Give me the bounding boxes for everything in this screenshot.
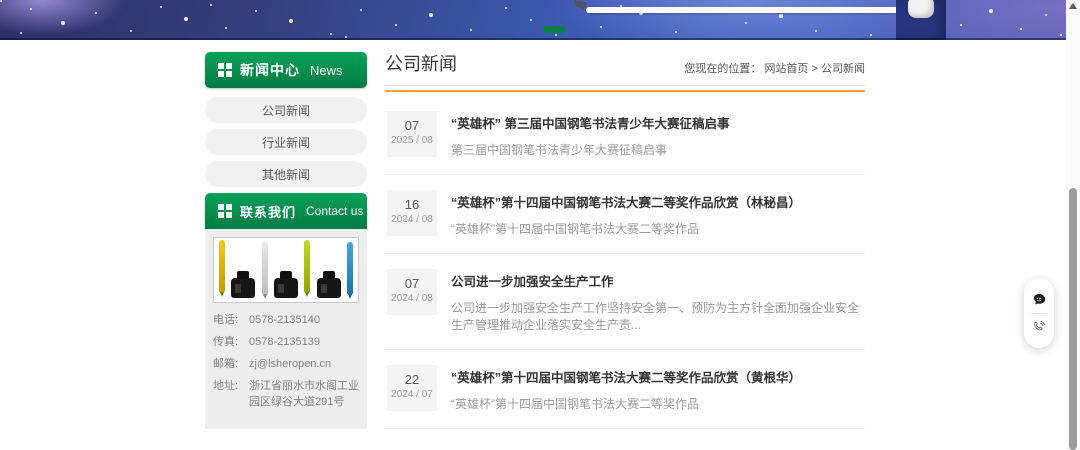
chat-icon[interactable] xyxy=(1031,292,1047,308)
sidebar-menu-item[interactable]: 行业新闻 xyxy=(205,129,367,155)
main-content: 公司新闻 您现在的位置： 网站首页 > 公司新闻 07 2025 / 08 “英… xyxy=(385,50,865,450)
ink-bottle-cap xyxy=(908,0,934,18)
contact-row-label: 电话: xyxy=(213,313,249,329)
contact-title-zh: 联系我们 xyxy=(240,202,296,221)
yellow-pen-graphic xyxy=(219,240,225,292)
news-date-day: 07 xyxy=(387,118,437,133)
contact-row-value: zj@lsheropen.cn xyxy=(249,357,359,373)
banner-green-pill xyxy=(543,26,565,33)
scroll-up-arrow-icon[interactable] xyxy=(1069,3,1077,9)
news-title-link[interactable]: 公司进一步加强安全生产工作 xyxy=(451,271,863,290)
silver-pen-graphic xyxy=(262,242,268,294)
news-list: 07 2025 / 08 “英雄杯” 第三届中国钢笔书法青少年大赛征稿启事 第三… xyxy=(385,96,865,429)
news-summary: 第三届中国钢笔书法青少年大赛征稿启事 xyxy=(451,141,863,158)
contact-title-en: Contact us xyxy=(306,204,363,218)
news-center-header: 新闻中心 News xyxy=(205,52,367,88)
news-center-title-zh: 新闻中心 xyxy=(240,60,300,80)
floating-contact-widget xyxy=(1024,278,1054,348)
top-banner xyxy=(0,0,1066,40)
news-date-block: 07 2025 / 08 xyxy=(387,111,437,157)
grid-icon xyxy=(218,204,232,218)
news-title-link[interactable]: “英雄杯”第十四届中国钢笔书法大赛二等奖作品欣赏（林秘昌） xyxy=(451,192,863,211)
ink-bottle-graphic xyxy=(317,278,341,298)
contact-row-value: 浙江省丽水市水阁工业园区绿谷大道291号 xyxy=(249,379,359,411)
news-item[interactable]: 16 2024 / 08 “英雄杯”第十四届中国钢笔书法大赛二等奖作品欣赏（林秘… xyxy=(385,175,865,254)
breadcrumb: 您现在的位置： 网站首页 > 公司新闻 xyxy=(684,60,865,76)
blue-pen-graphic xyxy=(347,242,353,294)
breadcrumb-separator: > xyxy=(812,63,818,75)
news-date-block: 16 2024 / 08 xyxy=(387,190,437,236)
news-item[interactable]: 22 2024 / 07 “英雄杯”第十四届中国钢笔书法大赛二等奖作品欣赏（黄根… xyxy=(385,350,865,429)
news-item[interactable]: 07 2025 / 08 “英雄杯” 第三届中国钢笔书法青少年大赛征稿启事 第三… xyxy=(385,96,865,175)
accent-divider xyxy=(385,90,865,92)
breadcrumb-home-link[interactable]: 网站首页 xyxy=(764,63,808,75)
phone-icon[interactable] xyxy=(1031,319,1047,335)
news-date-day: 16 xyxy=(387,197,437,212)
news-text: “英雄杯”第十四届中国钢笔书法大赛二等奖作品欣赏（黄根华） “英雄杯”第十四届中… xyxy=(451,365,863,412)
news-summary: “英雄杯”第十四届中国钢笔书法大赛二等奖作品 xyxy=(451,220,863,237)
scrollbar-thumb[interactable] xyxy=(1069,188,1077,450)
contact-row: 地址: 浙江省丽水市水阁工业园区绿谷大道291号 xyxy=(213,379,359,411)
page-title: 公司新闻 xyxy=(385,50,457,76)
sidebar-menu-item[interactable]: 其他新闻 xyxy=(205,161,367,187)
news-date-yearmonth: 2025 / 08 xyxy=(387,135,437,146)
ink-bottle-graphic xyxy=(231,278,255,298)
news-text: 公司进一步加强安全生产工作 公司进一步加强安全生产工作坚持安全第一、预防为主方针… xyxy=(451,269,863,333)
contact-row-label: 传真: xyxy=(213,335,249,351)
pen-body-graphic xyxy=(586,7,898,13)
sidebar-menu-item[interactable]: 公司新闻 xyxy=(205,97,367,123)
contact-panel: 电话: 0578-2135140 传真: 0578-2135139 邮箱: zj… xyxy=(205,229,367,429)
product-pens-image xyxy=(213,237,359,303)
vertical-scrollbar[interactable] xyxy=(1066,0,1080,450)
widget-divider xyxy=(1031,313,1047,314)
news-item[interactable]: 07 2024 / 08 公司进一步加强安全生产工作 公司进一步加强安全生产工作… xyxy=(385,254,865,350)
news-date-block: 07 2024 / 08 xyxy=(387,269,437,315)
green-pen-graphic xyxy=(304,240,310,292)
news-date-day: 22 xyxy=(387,372,437,387)
news-date-block: 22 2024 / 07 xyxy=(387,365,437,411)
contact-row: 邮箱: zj@lsheropen.cn xyxy=(213,357,359,373)
stars-decoration xyxy=(0,0,2,2)
sidebar: 新闻中心 News 公司新闻 行业新闻 其他新闻 联系我们 Contact us… xyxy=(205,52,367,429)
grid-icon xyxy=(218,63,232,77)
main-header: 公司新闻 您现在的位置： 网站首页 > 公司新闻 xyxy=(385,50,865,86)
news-date-day: 07 xyxy=(387,276,437,291)
news-text: “英雄杯”第十四届中国钢笔书法大赛二等奖作品欣赏（林秘昌） “英雄杯”第十四届中… xyxy=(451,190,863,237)
news-date-yearmonth: 2024 / 08 xyxy=(387,214,437,225)
news-text: “英雄杯” 第三届中国钢笔书法青少年大赛征稿启事 第三届中国钢笔书法青少年大赛征… xyxy=(451,111,863,158)
news-date-yearmonth: 2024 / 07 xyxy=(387,389,437,400)
contact-row: 电话: 0578-2135140 xyxy=(213,313,359,329)
news-center-title-en: News xyxy=(310,63,343,78)
contact-row-value: 0578-2135139 xyxy=(249,335,359,351)
contact-row-value: 0578-2135140 xyxy=(249,313,359,329)
sidebar-menu-item-label: 行业新闻 xyxy=(262,134,310,151)
contact-us-header: 联系我们 Contact us xyxy=(205,193,367,229)
news-date-yearmonth: 2024 / 08 xyxy=(387,293,437,304)
contact-row-label: 邮箱: xyxy=(213,357,249,373)
breadcrumb-current-link[interactable]: 公司新闻 xyxy=(821,63,865,75)
news-summary: 公司进一步加强安全生产工作坚持安全第一、预防为主方针全面加强企业安全生产管理推动… xyxy=(451,299,863,333)
news-summary: “英雄杯”第十四届中国钢笔书法大赛二等奖作品 xyxy=(451,395,863,412)
contact-row: 传真: 0578-2135139 xyxy=(213,335,359,351)
sidebar-menu-item-label: 公司新闻 xyxy=(262,102,310,119)
sidebar-menu-item-label: 其他新闻 xyxy=(262,166,310,183)
news-title-link[interactable]: “英雄杯” 第三届中国钢笔书法青少年大赛征稿启事 xyxy=(451,113,863,132)
ink-bottle-graphic xyxy=(896,0,946,40)
breadcrumb-prefix: 您现在的位置： xyxy=(684,63,761,75)
ink-bottle-graphic xyxy=(274,278,298,298)
contact-info: 电话: 0578-2135140 传真: 0578-2135139 邮箱: zj… xyxy=(213,313,359,411)
sidebar-menu: 公司新闻 行业新闻 其他新闻 xyxy=(205,97,367,187)
news-title-link[interactable]: “英雄杯”第十四届中国钢笔书法大赛二等奖作品欣赏（黄根华） xyxy=(451,367,863,386)
contact-row-label: 地址: xyxy=(213,379,249,411)
